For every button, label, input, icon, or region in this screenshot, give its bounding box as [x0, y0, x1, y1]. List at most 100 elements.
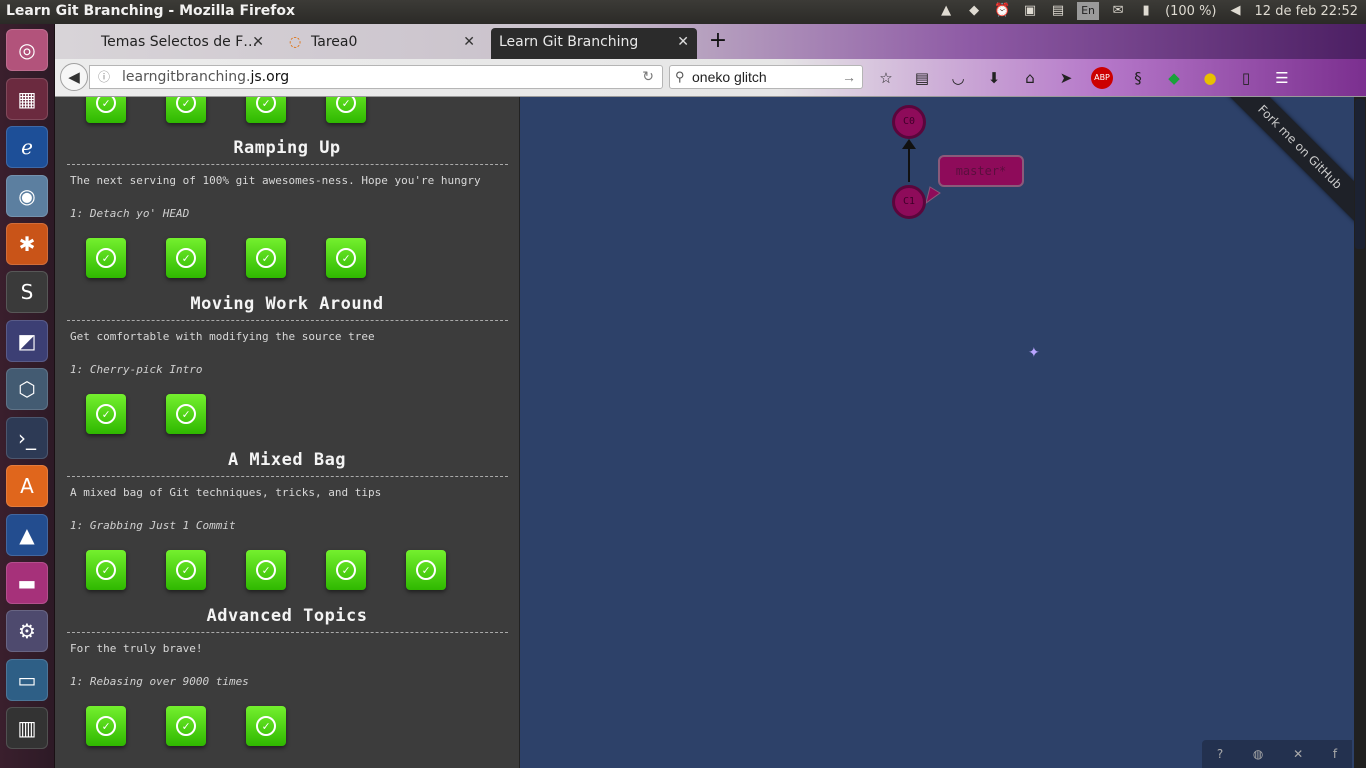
check-icon: ✓ — [256, 560, 276, 580]
check-icon: ✓ — [416, 560, 436, 580]
window-title: Learn Git Branching - Mozilla Firefox — [6, 3, 295, 19]
tablet-icon[interactable]: ▣ — [1021, 2, 1039, 20]
twitter-icon[interactable]: ✕ — [1293, 747, 1303, 761]
level-complete-button[interactable]: ✓ — [86, 550, 126, 590]
check-icon: ✓ — [176, 97, 196, 113]
wizard-icon[interactable]: ▲ — [937, 2, 955, 20]
sublime-text-icon[interactable]: S — [6, 271, 48, 313]
software-center-icon[interactable]: A — [6, 465, 48, 507]
workspace-switcher-icon[interactable]: ▥ — [6, 707, 48, 749]
sequence-description: The next serving of 100% git awesomes-ne… — [70, 174, 481, 187]
globe-icon[interactable]: ◍ — [1253, 747, 1263, 761]
facebook-icon[interactable]: f — [1333, 747, 1337, 761]
bookmark-star-icon[interactable]: ☆ — [875, 67, 897, 89]
menu-icon[interactable]: ☰ — [1271, 67, 1293, 89]
alarm-clock-icon[interactable]: ⏰ — [993, 2, 1011, 20]
molecule-app-icon[interactable]: ✱ — [6, 223, 48, 265]
level-complete-button[interactable]: ✓ — [246, 706, 286, 746]
level-complete-button[interactable]: ✓ — [86, 394, 126, 434]
color-extension-icon[interactable]: ● — [1199, 67, 1221, 89]
level-complete-button[interactable]: ✓ — [166, 238, 206, 278]
browser-e-icon[interactable]: ℯ — [6, 126, 48, 168]
level-complete-button[interactable]: ✓ — [326, 238, 366, 278]
level-complete-button[interactable]: ✓ — [406, 550, 446, 590]
disk-app-icon[interactable]: ▦ — [6, 78, 48, 120]
level-complete-button[interactable]: ✓ — [246, 550, 286, 590]
vlc-icon[interactable]: ▲ — [6, 514, 48, 556]
tab-temas-selectos[interactable]: Temas Selectos de F… ✕ — [55, 28, 272, 59]
terminal-icon[interactable]: ›_ — [6, 417, 48, 459]
clipboard-icon[interactable]: ▯ — [1235, 67, 1257, 89]
url-prefix: learngitbranching. — [122, 69, 251, 85]
level-complete-button[interactable]: ✓ — [166, 97, 206, 123]
home-icon[interactable]: ⌂ — [1019, 67, 1041, 89]
s-extension-icon[interactable]: § — [1127, 67, 1149, 89]
check-icon: ✓ — [176, 404, 196, 424]
system-tray: ▲ ◆ ⏰ ▣ ▤ En ✉ ▮ (100 %) ◀ 12 de feb 22:… — [937, 2, 1358, 20]
drawing-app-icon[interactable]: ◩ — [6, 320, 48, 362]
system-settings-icon[interactable]: ⚙ — [6, 610, 48, 652]
sequence-title: A Mixed Bag — [227, 450, 347, 470]
check-icon: ✓ — [336, 248, 356, 268]
pocket-icon[interactable]: ◡ — [947, 67, 969, 89]
level-complete-button[interactable]: ✓ — [246, 97, 286, 123]
volume-icon[interactable]: ◀ — [1227, 2, 1245, 20]
sequence-title: Moving Work Around — [190, 294, 384, 314]
level-complete-button[interactable]: ✓ — [166, 394, 206, 434]
url-bar[interactable]: ⓘ learngitbranching.js.org ↻ — [89, 65, 663, 89]
keyboard-layout-indicator[interactable]: En — [1077, 2, 1100, 20]
commit-c0[interactable]: C0 — [892, 105, 926, 139]
reading-list-icon[interactable]: ▤ — [911, 67, 933, 89]
check-icon: ✓ — [96, 404, 116, 424]
download-icon[interactable]: ⬇ — [983, 67, 1005, 89]
search-input[interactable]: ⚲ oneko glitch → — [669, 65, 863, 89]
ubuntu-dash-icon[interactable]: ◎ — [6, 29, 48, 71]
battery-icon[interactable]: ▮ — [1137, 2, 1155, 20]
oneko-cat-icon: ✦ — [1028, 345, 1040, 361]
network-icon[interactable]: ▤ — [1049, 2, 1067, 20]
send-icon[interactable]: ➤ — [1055, 67, 1077, 89]
new-tab-button[interactable]: + — [705, 28, 731, 56]
scrollbar-thumb[interactable] — [1355, 99, 1365, 249]
level-complete-button[interactable]: ✓ — [166, 550, 206, 590]
check-icon: ✓ — [336, 97, 356, 113]
commit-c1[interactable]: C1 — [892, 185, 926, 219]
clock[interactable]: 12 de feb 22:52 — [1255, 4, 1358, 19]
close-icon[interactable]: ✕ — [677, 28, 689, 56]
info-icon[interactable]: ⓘ — [98, 66, 110, 88]
sequence-level-name: 1: Grabbing Just 1 Commit — [70, 519, 236, 532]
tab-tarea0[interactable]: ◌ Tarea0 ✕ — [283, 28, 483, 59]
close-icon[interactable]: ✕ — [463, 28, 475, 56]
level-complete-button[interactable]: ✓ — [86, 97, 126, 123]
level-row: ✓ ✓ ✓ ✓ ✓ — [86, 550, 446, 590]
check-icon: ✓ — [336, 560, 356, 580]
adblock-icon[interactable]: ABP — [1091, 67, 1113, 89]
help-icon[interactable]: ? — [1217, 747, 1223, 761]
search-go-icon[interactable]: → — [842, 66, 856, 88]
mail-icon[interactable]: ✉ — [1109, 2, 1127, 20]
reload-icon[interactable]: ↻ — [642, 66, 654, 88]
back-button[interactable]: ◀ — [60, 63, 88, 91]
sequence-title: Ramping Up — [233, 138, 341, 158]
dropbox-icon[interactable]: ◆ — [965, 2, 983, 20]
level-complete-button[interactable]: ✓ — [326, 97, 366, 123]
scrollbar[interactable] — [1354, 97, 1366, 768]
level-complete-button[interactable]: ✓ — [326, 550, 366, 590]
level-complete-button[interactable]: ✓ — [246, 238, 286, 278]
level-row: ✓ ✓ ✓ ✓ — [86, 238, 366, 278]
level-complete-button[interactable]: ✓ — [166, 706, 206, 746]
check-icon: ✓ — [256, 248, 276, 268]
level-complete-button[interactable]: ✓ — [86, 706, 126, 746]
chromium-icon[interactable]: ◉ — [6, 175, 48, 217]
git-visualization: C0 C1 master* Fork me on GitHub ✦ ? ◍ ✕ … — [520, 97, 1366, 768]
tab-learn-git-branching[interactable]: Learn Git Branching ✕ — [491, 28, 697, 59]
level-complete-button[interactable]: ✓ — [86, 238, 126, 278]
sequence-level-name: 1: Rebasing over 9000 times — [70, 675, 249, 688]
window-app-icon[interactable]: ▭ — [6, 659, 48, 701]
storage-app-icon[interactable]: ▬ — [6, 562, 48, 604]
check-icon: ✓ — [176, 560, 196, 580]
branch-master[interactable]: master* — [938, 155, 1024, 187]
close-icon[interactable]: ✕ — [252, 28, 264, 56]
cube-extension-icon[interactable]: ◆ — [1163, 67, 1185, 89]
virtualbox-icon[interactable]: ⬡ — [6, 368, 48, 410]
